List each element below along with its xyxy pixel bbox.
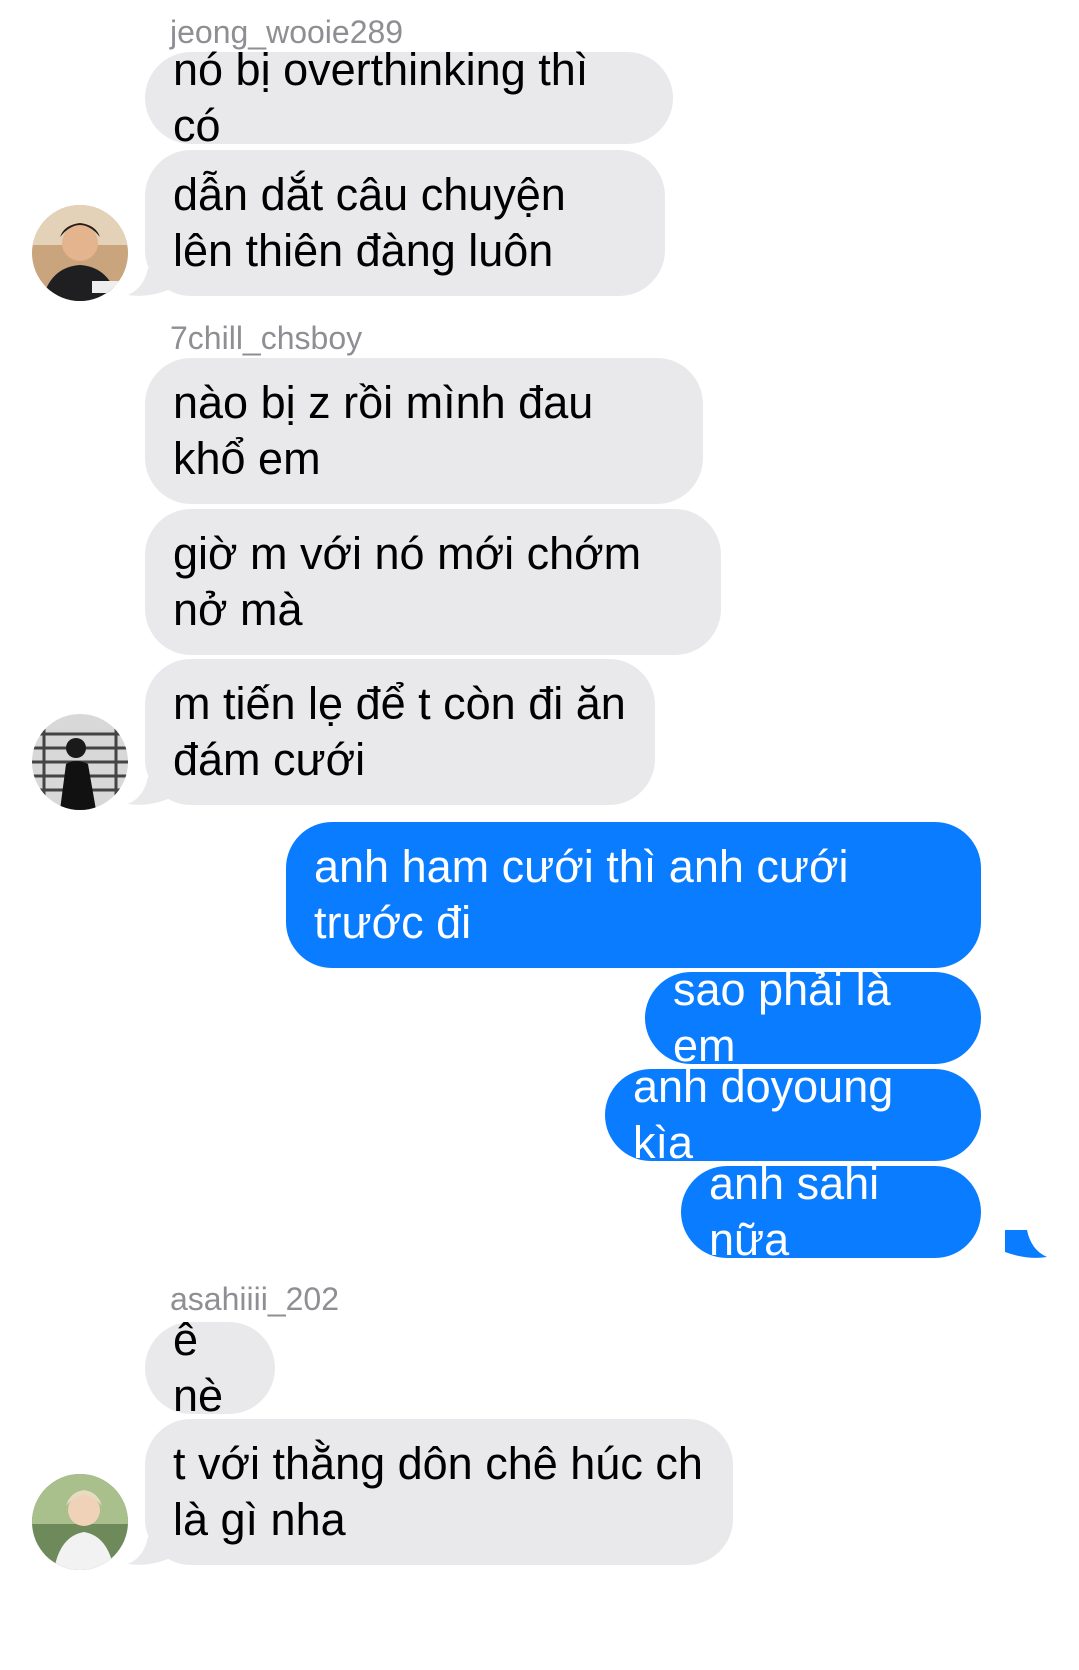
message-text: sao phải là em xyxy=(673,964,891,1071)
bubble-tail-icon xyxy=(128,777,168,805)
message-text: anh ham cưới thì anh cưới trước đi xyxy=(314,841,849,948)
incoming-message-bubble[interactable]: dẫn dắt câu chuyện lên thiên đàng luôn xyxy=(145,150,665,296)
user-avatar-icon[interactable] xyxy=(32,714,128,810)
message-text: m tiến lẹ để t còn đi ăn đám cưới xyxy=(173,678,626,785)
outgoing-message-bubble[interactable]: anh sahi nữa xyxy=(681,1158,981,1265)
outgoing-message-bubble[interactable]: sao phải là em xyxy=(645,964,981,1071)
message-text: giờ m với nó mới chớm nở mà xyxy=(173,528,642,635)
message-text: nào bị z rồi mình đau khổ em xyxy=(173,377,594,484)
message-text: dẫn dắt câu chuyện lên thiên đàng luôn xyxy=(173,169,566,276)
incoming-message-bubble[interactable]: ê nè xyxy=(145,1314,275,1421)
outgoing-message-bubble[interactable]: anh ham cưới thì anh cưới trước đi xyxy=(286,822,981,968)
outgoing-message-bubble[interactable]: anh doyoung kìa xyxy=(605,1061,981,1168)
message-text: anh doyoung kìa xyxy=(633,1061,894,1168)
message-text: anh sahi nữa xyxy=(709,1158,880,1265)
bubble-tail-icon xyxy=(128,268,168,296)
incoming-message-bubble[interactable]: t với thằng dôn chê húc ch là gì nha xyxy=(145,1419,733,1565)
message-text: t với thằng dôn chê húc ch là gì nha xyxy=(173,1438,703,1545)
incoming-message-bubble[interactable]: giờ m với nó mới chớm nở mà xyxy=(145,509,721,655)
message-text: ê nè xyxy=(173,1314,224,1421)
sender-name: 7chill_chsboy xyxy=(170,320,363,356)
user-avatar-icon[interactable] xyxy=(32,205,128,301)
bubble-tail-icon xyxy=(1005,1230,1047,1258)
message-text: nó bị overthinking thì có xyxy=(173,44,589,151)
bubble-tail-icon xyxy=(128,1537,168,1565)
incoming-message-bubble[interactable]: nào bị z rồi mình đau khổ em xyxy=(145,358,703,504)
incoming-message-bubble[interactable]: m tiến lẹ để t còn đi ăn đám cưới xyxy=(145,659,655,805)
incoming-message-bubble[interactable]: nó bị overthinking thì có xyxy=(145,44,673,151)
sender-name: asahiiii_202 xyxy=(170,1281,340,1317)
message-thread: jeong_wooie289 nó bị overthinking thì có… xyxy=(0,0,1079,1670)
user-avatar-icon[interactable] xyxy=(32,1474,128,1570)
